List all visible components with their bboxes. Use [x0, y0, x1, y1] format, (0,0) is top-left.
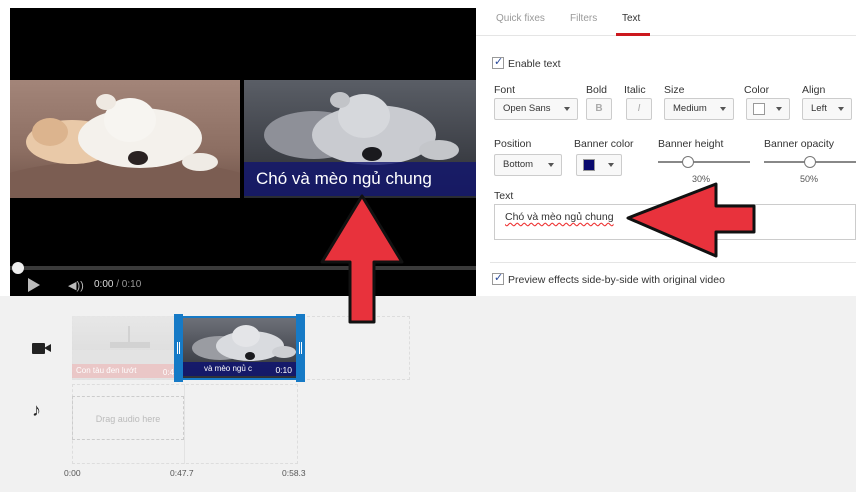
banner-height-label: Banner height: [658, 138, 724, 150]
chevron-down-icon: [720, 107, 726, 111]
original-video-preview: [10, 80, 240, 198]
preview-side-by-side-checkbox[interactable]: ✓: [492, 272, 504, 285]
chevron-down-icon: [548, 163, 554, 167]
divider: [490, 262, 856, 263]
size-value: Medium: [673, 103, 707, 114]
chevron-down-icon: [608, 163, 614, 167]
player-controls: ◀)) 0:00 / 0:10: [10, 274, 476, 296]
clip-trim-handle-right[interactable]: [296, 314, 305, 382]
timeline-tick: 0:00: [64, 468, 81, 478]
video-clip-1[interactable]: Con tàu đen lướt 0:4: [72, 316, 176, 380]
clip-2-duration: 0:10: [275, 365, 292, 375]
position-value: Bottom: [503, 159, 534, 170]
text-label: Text: [494, 190, 514, 202]
enable-text-label: Enable text: [508, 58, 561, 70]
align-value: Left: [811, 103, 827, 114]
align-dropdown[interactable]: Left: [802, 98, 852, 120]
clip-1-caption: Con tàu đen lướt: [72, 364, 176, 378]
tab-filters[interactable]: Filters: [570, 13, 597, 24]
chevron-down-icon: [564, 107, 570, 111]
italic-button[interactable]: I: [626, 98, 652, 120]
banner-height-slider[interactable]: [658, 152, 750, 172]
position-dropdown[interactable]: Bottom: [494, 154, 562, 176]
effects-tabs: Quick fixes Filters Text: [476, 0, 856, 36]
timeline-marker-line: [184, 384, 185, 464]
tab-text[interactable]: Text: [622, 13, 640, 24]
banner-color-picker[interactable]: [576, 154, 622, 176]
timeline: ♪ Con tàu đen lướt 0:4 và mèo ngủ c 0:10…: [0, 296, 856, 492]
text-banner-overlay: Chó và mèo ngủ chung: [244, 162, 476, 196]
video-player[interactable]: Chó và mèo ngủ chung ◀)) 0:00 / 0:10: [10, 8, 476, 296]
banner-opacity-label: Banner opacity: [764, 138, 835, 150]
tab-quick-fixes[interactable]: Quick fixes: [496, 13, 545, 24]
color-swatch: [583, 159, 595, 171]
play-icon[interactable]: [28, 278, 40, 292]
video-clip-2-selected[interactable]: và mèo ngủ c 0:10: [178, 316, 304, 380]
overlay-text-value: Chó và mèo ngủ chung: [505, 211, 614, 223]
video-camera-icon: [32, 343, 51, 354]
chevron-down-icon: [776, 107, 782, 111]
color-label: Color: [744, 84, 770, 96]
position-label: Position: [494, 138, 532, 150]
slider-thumb[interactable]: [804, 156, 816, 168]
font-dropdown[interactable]: Open Sans: [494, 98, 578, 120]
overlay-text-input[interactable]: Chó và mèo ngủ chung: [494, 204, 856, 240]
preview-side-by-side-label: Preview effects side-by-side with origin…: [508, 274, 725, 286]
effect-video-preview: Chó và mèo ngủ chung: [244, 80, 476, 198]
enable-text-checkbox[interactable]: ✓: [492, 56, 504, 69]
banner-opacity-value: 50%: [800, 174, 819, 184]
volume-icon[interactable]: ◀)): [68, 279, 84, 292]
text-color-picker[interactable]: [746, 98, 790, 120]
music-note-icon: ♪: [32, 400, 41, 420]
bold-button[interactable]: B: [586, 98, 612, 120]
banner-height-value: 30%: [692, 174, 711, 184]
banner-opacity-slider[interactable]: [764, 152, 856, 172]
grip-icon: [177, 342, 180, 354]
color-swatch: [753, 103, 765, 115]
total-time: / 0:10: [116, 279, 142, 290]
grip-icon: [299, 342, 302, 354]
align-label: Align: [802, 84, 826, 96]
slider-track: [658, 161, 750, 163]
font-value: Open Sans: [503, 103, 551, 114]
slider-thumb[interactable]: [682, 156, 694, 168]
check-icon: ✓: [494, 272, 504, 284]
size-dropdown[interactable]: Medium: [664, 98, 734, 120]
audio-drop-zone[interactable]: Drag audio here: [72, 396, 184, 440]
time-readout: 0:00 / 0:10: [94, 279, 141, 290]
size-label: Size: [664, 84, 685, 96]
font-label: Font: [494, 84, 516, 96]
bold-label: Bold: [586, 84, 608, 96]
check-icon: ✓: [494, 56, 504, 68]
current-time: 0:00: [94, 279, 114, 290]
progress-bar[interactable]: [10, 262, 476, 274]
clip-1-duration: 0:4: [162, 368, 174, 377]
effects-panel: Quick fixes Filters Text ✓ Enable text F…: [476, 0, 856, 296]
clip-trim-handle-left[interactable]: [174, 314, 183, 382]
progress-scrubber[interactable]: [12, 262, 24, 274]
active-tab-indicator: [616, 33, 650, 36]
chevron-down-icon: [838, 107, 844, 111]
timeline-tick: 0:47.7: [170, 468, 194, 478]
italic-label: Italic: [624, 84, 646, 96]
banner-color-label: Banner color: [574, 138, 634, 150]
timeline-tick: 0:58.3: [282, 468, 306, 478]
